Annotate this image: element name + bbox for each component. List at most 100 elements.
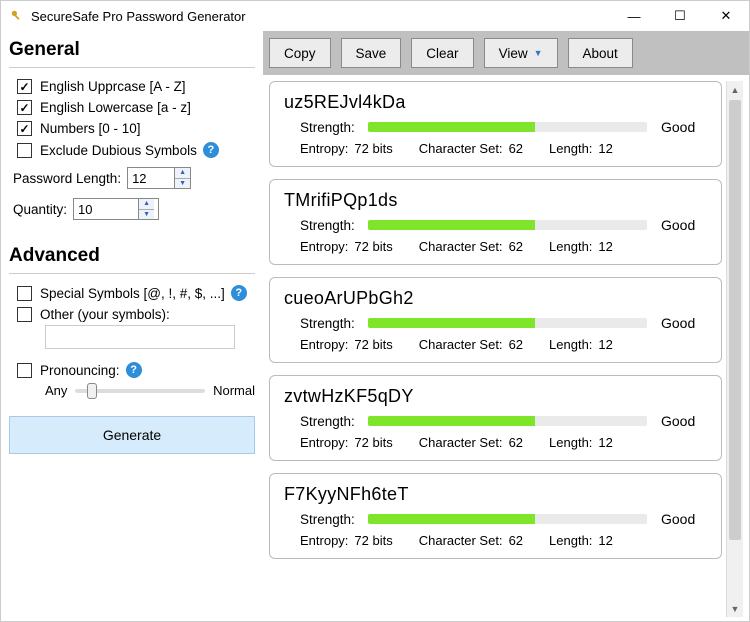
divider	[9, 273, 255, 274]
entropy-value: 72 bits	[354, 533, 392, 548]
about-button[interactable]: About	[568, 38, 633, 68]
entropy-label: Entropy:	[300, 533, 348, 548]
strength-label: Strength:	[300, 120, 368, 135]
entropy-label: Entropy:	[300, 239, 348, 254]
scroll-up-icon[interactable]: ▲	[727, 81, 743, 98]
length-value: 12	[598, 337, 612, 352]
entropy-label: Entropy:	[300, 337, 348, 352]
length-meta-label: Length:	[549, 533, 592, 548]
option-exclude[interactable]: Exclude Dubious Symbols ?	[9, 139, 255, 161]
length-input[interactable]	[128, 168, 174, 188]
quantity-label: Quantity:	[13, 202, 67, 217]
length-down-icon[interactable]: ▼	[175, 179, 190, 189]
length-up-icon[interactable]: ▲	[175, 168, 190, 179]
scroll-down-icon[interactable]: ▼	[727, 600, 743, 617]
generate-button-label: Generate	[103, 427, 161, 443]
strength-label: Strength:	[300, 512, 368, 527]
entropy-value: 72 bits	[354, 337, 392, 352]
option-numbers[interactable]: Numbers [0 - 10]	[9, 118, 255, 139]
option-label: Special Symbols [@, !, #, $, ...]	[40, 286, 225, 301]
help-icon[interactable]: ?	[126, 362, 142, 378]
password-text[interactable]: zvtwHzKF5qDY	[284, 386, 707, 407]
charset-label: Character Set:	[419, 337, 503, 352]
sidebar: General English Upprcase [A - Z] English…	[1, 31, 263, 621]
slider-thumb[interactable]	[87, 383, 97, 399]
charset-label: Character Set:	[419, 435, 503, 450]
strength-bar	[368, 416, 647, 426]
strength-value: Good	[661, 413, 707, 429]
save-button[interactable]: Save	[341, 38, 402, 68]
result-card: F7KyyNFh6teT Strength: Good Entropy: 72 bits…	[269, 473, 722, 559]
option-label: Other (your symbols):	[40, 307, 170, 322]
strength-label: Strength:	[300, 414, 368, 429]
generate-button[interactable]: Generate	[9, 416, 255, 454]
scroll-thumb[interactable]	[729, 100, 741, 540]
password-text[interactable]: uz5REJvl4kDa	[284, 92, 707, 113]
quantity-up-icon[interactable]: ▲	[139, 199, 154, 210]
entropy-label: Entropy:	[300, 435, 348, 450]
checkbox-lowercase[interactable]	[17, 100, 32, 115]
divider	[9, 67, 255, 68]
entropy-value: 72 bits	[354, 239, 392, 254]
help-icon[interactable]: ?	[231, 285, 247, 301]
entropy-value: 72 bits	[354, 141, 392, 156]
option-pronouncing[interactable]: Pronouncing: ?	[9, 359, 255, 381]
checkbox-numbers[interactable]	[17, 121, 32, 136]
option-uppercase[interactable]: English Upprcase [A - Z]	[9, 76, 255, 97]
checkbox-other[interactable]	[17, 307, 32, 322]
length-spinner[interactable]: ▲ ▼	[127, 167, 191, 189]
length-meta-label: Length:	[549, 435, 592, 450]
length-value: 12	[598, 141, 612, 156]
option-lowercase[interactable]: English Lowercase [a - z]	[9, 97, 255, 118]
charset-value: 62	[509, 533, 523, 548]
result-card: cueoArUPbGh2Strength:GoodEntropy:72 bits…	[269, 277, 722, 363]
quantity-row: Quantity: ▲ ▼	[9, 192, 255, 223]
password-text[interactable]: TMrifiPQp1ds	[284, 190, 707, 211]
password-text[interactable]: F7KyyNFh6teT	[284, 484, 707, 505]
view-button[interactable]: View▼	[484, 38, 558, 68]
strength-label: Strength:	[300, 316, 368, 331]
length-meta-label: Length:	[549, 337, 592, 352]
checkbox-exclude[interactable]	[17, 143, 32, 158]
strength-bar	[368, 220, 647, 230]
option-label: English Lowercase [a - z]	[40, 100, 191, 115]
length-label: Password Length:	[13, 171, 121, 186]
app-icon	[9, 8, 25, 24]
option-label: Pronouncing:	[40, 363, 120, 378]
charset-label: Character Set:	[419, 239, 503, 254]
charset-label: Character Set:	[419, 533, 503, 548]
password-text[interactable]: cueoArUPbGh2	[284, 288, 707, 309]
scrollbar[interactable]: ▲ ▼	[726, 81, 743, 617]
other-symbols-input[interactable]	[45, 325, 235, 349]
strength-bar	[368, 318, 647, 328]
window-controls: — ☐ ✕	[611, 1, 749, 31]
length-value: 12	[598, 435, 612, 450]
checkbox-uppercase[interactable]	[17, 79, 32, 94]
titlebar: SecureSafe Pro Password Generator — ☐ ✕	[1, 1, 749, 31]
quantity-down-icon[interactable]: ▼	[139, 210, 154, 220]
copy-button[interactable]: Copy	[269, 38, 331, 68]
help-icon[interactable]: ?	[203, 142, 219, 158]
scroll-track[interactable]	[727, 98, 743, 600]
minimize-button[interactable]: —	[611, 1, 657, 31]
strength-value: Good	[661, 511, 707, 527]
option-special[interactable]: Special Symbols [@, !, #, $, ...] ?	[9, 282, 255, 304]
option-other[interactable]: Other (your symbols):	[9, 304, 255, 325]
chevron-down-icon: ▼	[534, 48, 543, 58]
checkbox-pronouncing[interactable]	[17, 363, 32, 378]
result-card: zvtwHzKF5qDY Strength: Good Entropy: 72 bits…	[269, 375, 722, 461]
quantity-input[interactable]	[74, 199, 138, 219]
checkbox-special[interactable]	[17, 286, 32, 301]
entropy-value: 72 bits	[354, 435, 392, 450]
quantity-spinner[interactable]: ▲ ▼	[73, 198, 159, 220]
close-button[interactable]: ✕	[703, 1, 749, 31]
maximize-button[interactable]: ☐	[657, 1, 703, 31]
clear-button[interactable]: Clear	[411, 38, 473, 68]
strength-value: Good	[661, 119, 707, 135]
pronouncing-slider[interactable]	[75, 389, 205, 393]
option-label: Numbers [0 - 10]	[40, 121, 141, 136]
charset-value: 62	[509, 337, 523, 352]
results-list: uz5REJvl4kDa Strength: Good Entropy: 72 bits…	[269, 81, 726, 617]
charset-value: 62	[509, 141, 523, 156]
strength-bar	[368, 122, 647, 132]
